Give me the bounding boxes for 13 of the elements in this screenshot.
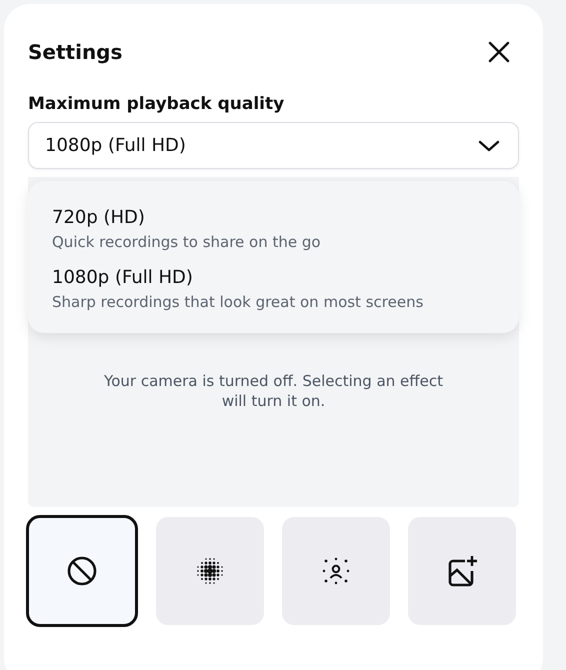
panel-title: Settings — [28, 40, 122, 64]
quality-option[interactable]: 1080p (Full HD) Sharp recordings that look great on most screens — [28, 259, 519, 319]
effect-button[interactable] — [26, 515, 138, 627]
quality-option[interactable]: 720p (HD) Quick recordings to share on the go — [28, 199, 519, 259]
no-effect-icon — [65, 554, 99, 588]
blur-icon — [194, 555, 226, 587]
effect-button[interactable] — [408, 517, 516, 625]
quality-select[interactable]: 1080p (Full HD) — [28, 122, 519, 169]
background-blur-person-icon — [322, 557, 350, 585]
camera-notice: Your camera is turned off. Selecting an effect will turn it on. — [103, 371, 444, 412]
chevron-down-icon — [478, 138, 500, 152]
field-label: Maximum playback quality — [28, 94, 286, 114]
close-icon — [487, 40, 511, 64]
